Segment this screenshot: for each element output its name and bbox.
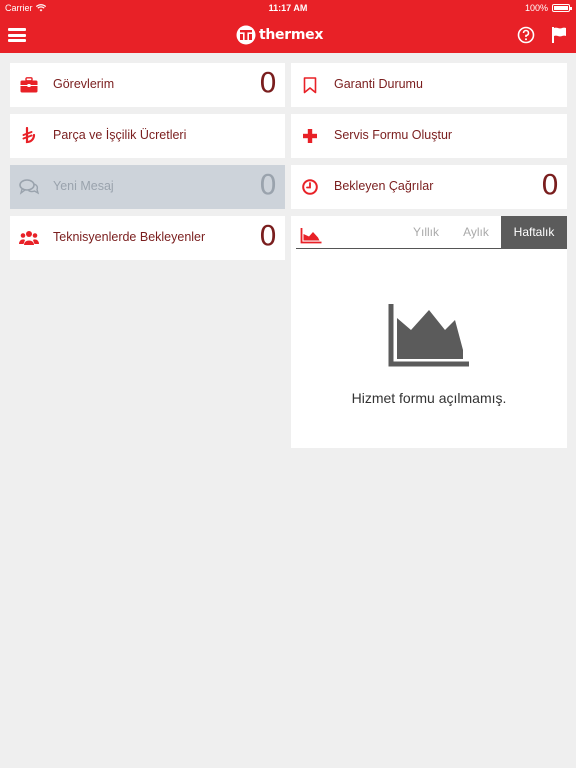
help-icon[interactable] <box>517 26 535 44</box>
tile-new-message-label: Yeni Mesaj <box>53 179 114 193</box>
empty-chart-icon <box>388 304 469 367</box>
status-bar: Carrier 11:17 AM 100% <box>0 0 576 18</box>
flag-icon[interactable] <box>550 26 568 44</box>
tile-create-service-form[interactable]: Servis Formu Oluştur <box>291 114 567 158</box>
tile-new-message-count: 0 <box>259 168 277 201</box>
tile-pending-calls-count: 0 <box>541 168 559 201</box>
bookmark-icon <box>300 75 320 95</box>
nav-bar: thermex <box>0 18 576 53</box>
tile-pending-calls[interactable]: Bekleyen Çağrılar 0 <box>291 165 567 209</box>
clock-label: 11:17 AM <box>268 3 308 13</box>
tile-parts-labor-label: Parça ve İşçilik Ücretleri <box>53 128 187 142</box>
tile-awaiting-technicians-count: 0 <box>259 219 277 252</box>
tile-warranty-status-label: Garanti Durumu <box>334 77 423 91</box>
empty-state-message: Hizmet formu açılmamış. <box>351 390 507 406</box>
tab-yearly[interactable]: Yıllık <box>409 216 443 249</box>
lira-icon <box>19 126 39 146</box>
briefcase-icon <box>19 75 39 95</box>
tile-create-service-form-label: Servis Formu Oluştur <box>334 128 453 142</box>
tile-tasks-count: 0 <box>259 66 277 99</box>
tab-monthly[interactable]: Aylık <box>457 216 495 249</box>
tile-awaiting-technicians[interactable]: Teknisyenlerde Bekleyenler 0 <box>10 216 285 260</box>
area-chart-icon <box>300 228 322 244</box>
tile-tasks-label: Görevlerim <box>53 77 115 91</box>
menu-icon[interactable] <box>8 26 26 44</box>
plus-icon <box>300 126 320 146</box>
clock-icon <box>300 177 320 197</box>
tile-warranty-status[interactable]: Garanti Durumu <box>291 63 567 107</box>
logo-text: thermex <box>259 27 324 43</box>
battery-icon <box>552 4 572 12</box>
service-chart-card: Yıllık Aylık Haftalık Hizmet formu açılm… <box>291 216 567 448</box>
battery-indicator: 100% <box>524 3 572 13</box>
battery-percent: 100% <box>524 3 548 13</box>
chart-period-tabs: Yıllık Aylık Haftalık <box>291 216 567 250</box>
thermex-logo: thermex <box>236 24 323 46</box>
tile-parts-labor[interactable]: Parça ve İşçilik Ücretleri <box>10 114 285 158</box>
tile-pending-calls-label: Bekleyen Çağrılar <box>334 179 434 193</box>
tile-awaiting-technicians-label: Teknisyenlerde Bekleyenler <box>53 230 206 244</box>
chat-icon <box>19 177 39 197</box>
tile-new-message[interactable]: Yeni Mesaj 0 <box>10 165 285 209</box>
tile-tasks[interactable]: Görevlerim 0 <box>10 63 285 107</box>
tab-weekly[interactable]: Haftalık <box>501 216 567 249</box>
users-icon <box>19 228 39 248</box>
logo-mark-icon <box>236 25 256 45</box>
